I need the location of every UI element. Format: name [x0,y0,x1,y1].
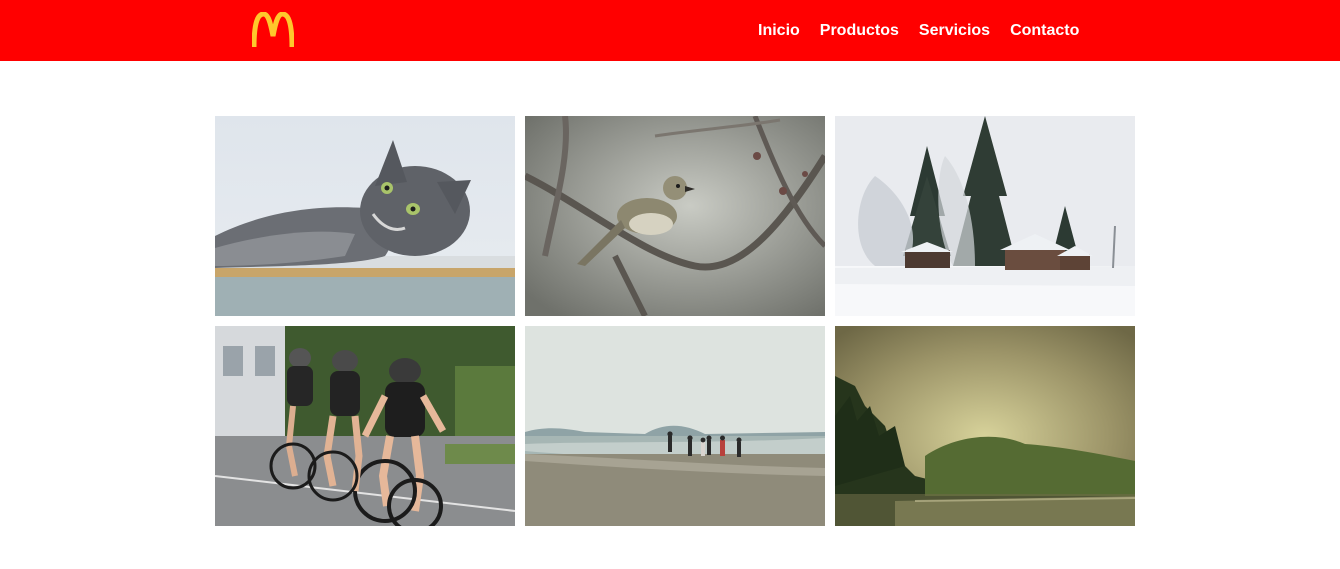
nav-link-servicios[interactable]: Servicios [909,21,1000,41]
gallery-photo-snowy-cabin-forest[interactable] [835,116,1135,316]
nav-link-productos[interactable]: Productos [810,21,909,41]
nav-link-contacto[interactable]: Contacto [1000,21,1089,41]
nav-link-inicio[interactable]: Inicio [748,21,810,41]
photo-gallery [215,116,1135,526]
gallery-photo-gray-cat[interactable] [215,116,515,316]
top-navbar: Inicio Productos Servicios Contacto [0,0,1340,61]
gallery-photo-bird-on-branch[interactable] [525,116,825,316]
golden-arches-logo-icon[interactable] [251,11,295,48]
main-nav: Inicio Productos Servicios Contacto [748,0,1089,61]
gallery-photo-cyclists-racing[interactable] [215,326,515,526]
gallery-photo-foggy-forest-lake[interactable] [835,326,1135,526]
gallery-photo-misty-beach[interactable] [525,326,825,526]
